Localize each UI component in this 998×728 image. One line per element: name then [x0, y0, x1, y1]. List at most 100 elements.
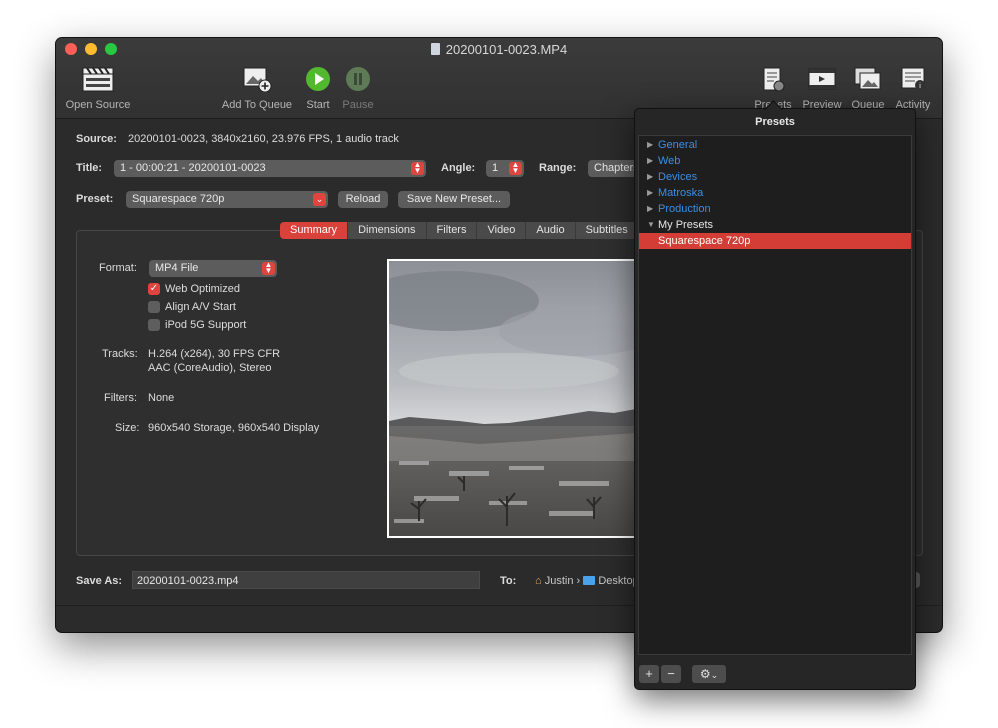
chevron-right-icon: ›	[576, 575, 581, 587]
source-value: 20200101-0023, 3840x2160, 23.976 FPS, 1 …	[128, 133, 399, 145]
category-label: Matroska	[658, 187, 704, 199]
title-label: Title:	[76, 162, 103, 174]
size-label: Size:	[115, 422, 140, 434]
open-source-button[interactable]: Open Source	[62, 66, 134, 111]
save-new-preset-button[interactable]: Save New Preset...	[398, 191, 510, 208]
align-av-checkbox[interactable]	[148, 301, 160, 313]
size-value: 960x540 Storage, 960x540 Display	[148, 422, 320, 434]
tab-summary[interactable]: Summary	[280, 222, 349, 239]
filters-label: Filters:	[104, 392, 137, 404]
chevron-down-icon: ⌄	[710, 670, 719, 680]
preset-category-my-presets[interactable]: ▼ My Presets	[639, 217, 911, 233]
popup-arrows-icon: ▲ ▼	[262, 261, 275, 275]
save-as-field[interactable]: 20200101-0023.mp4	[132, 571, 480, 589]
angle-label: Angle:	[441, 162, 476, 174]
source-label: Source:	[76, 133, 117, 145]
align-av-label: Align A/V Start	[165, 301, 236, 313]
presets-panel: Presets ▶ General ▶ Web ▶ Devices ▶ Matr…	[634, 100, 916, 690]
reload-button[interactable]: Reload	[338, 191, 388, 208]
tracks-line-1: H.264 (x264), 30 FPS CFR	[148, 348, 281, 360]
ipod-support-checkbox[interactable]	[148, 319, 160, 331]
titlebar: 20200101-0023.MP4 Open Source Add To Que…	[56, 38, 942, 119]
preset-category-general[interactable]: ▶ General	[639, 137, 911, 153]
preset-popup[interactable]: Squarespace 720p ⌄	[126, 191, 328, 208]
angle-popup[interactable]: 1 ▲ ▼	[486, 160, 524, 177]
category-label: Devices	[658, 171, 698, 183]
preset-popup-value: Squarespace 720p	[132, 193, 225, 205]
presets-panel-title: Presets	[755, 116, 795, 128]
format-popup-value: MP4 File	[155, 262, 199, 274]
tracks-label: Tracks:	[102, 348, 138, 360]
popup-arrows-icon: ▲ ▼	[411, 161, 424, 175]
queue-button[interactable]: Queue	[848, 66, 888, 111]
add-to-queue-label: Add To Queue	[221, 99, 293, 111]
activity-button[interactable]: i Activity	[891, 66, 935, 111]
pause-button[interactable]: Pause	[339, 66, 377, 111]
category-label: Web	[658, 155, 681, 167]
clapperboard-icon	[82, 67, 114, 92]
preview-button[interactable]: Preview	[801, 66, 843, 111]
pause-label: Pause	[342, 99, 374, 111]
category-label: Production	[658, 203, 711, 215]
disclosure-triangle-icon: ▶	[647, 156, 654, 165]
preset-category-devices[interactable]: ▶ Devices	[639, 169, 911, 185]
start-label: Start	[306, 99, 330, 111]
preset-category-web[interactable]: ▶ Web	[639, 153, 911, 169]
range-label: Range:	[539, 162, 577, 174]
tracks-line-2: AAC (CoreAudio), Stereo	[148, 362, 272, 374]
disclosure-triangle-icon: ▶	[647, 204, 654, 213]
open-source-label: Open Source	[65, 99, 131, 111]
preset-actions-menu[interactable]: ⚙⌄	[692, 665, 726, 683]
path-folder: Desktop	[598, 575, 639, 587]
activity-log-icon: i	[901, 67, 925, 90]
disclosure-triangle-open-icon: ▼	[647, 220, 655, 229]
play-icon	[306, 67, 330, 91]
film-icon	[808, 68, 836, 90]
window-title: 20200101-0023.MP4	[56, 42, 942, 57]
chevron-down-icon: ⌄	[313, 193, 326, 206]
web-optimized-label: Web Optimized	[165, 283, 240, 295]
filters-value: None	[148, 392, 175, 404]
preset-label: Preset:	[76, 193, 114, 205]
queue-icon	[854, 67, 881, 90]
document-icon	[430, 43, 440, 55]
popup-arrows-icon: ▲ ▼	[509, 161, 522, 175]
disclosure-triangle-icon: ▶	[647, 172, 654, 181]
gear-icon: ⚙	[699, 667, 711, 681]
preview-image	[387, 259, 638, 538]
presets-icon	[763, 67, 785, 92]
tab-subtitles[interactable]: Subtitles	[576, 222, 639, 239]
disclosure-triangle-icon: ▶	[647, 188, 654, 197]
range-popup-value: Chapters	[594, 162, 639, 174]
path-user: Justin	[544, 575, 574, 587]
add-to-queue-icon	[243, 67, 272, 93]
presets-tree: ▶ General ▶ Web ▶ Devices ▶ Matroska ▶ P…	[638, 135, 912, 655]
tab-dimensions[interactable]: Dimensions	[348, 222, 427, 239]
tab-audio[interactable]: Audio	[526, 222, 576, 239]
add-to-queue-button[interactable]: Add To Queue	[218, 66, 296, 111]
web-optimized-checkbox[interactable]: ✓	[148, 283, 160, 295]
preset-category-production[interactable]: ▶ Production	[639, 201, 911, 217]
title-popup[interactable]: 1 - 00:00:21 - 20200101-0023 ▲ ▼	[114, 160, 426, 177]
preset-item-selected[interactable]: Squarespace 720p	[639, 233, 911, 249]
category-label: My Presets	[658, 219, 714, 231]
add-preset-button[interactable]: +	[639, 665, 659, 683]
format-label: Format:	[99, 262, 137, 274]
tab-bar: Summary Dimensions Filters Video Audio S…	[280, 222, 639, 239]
folder-icon	[583, 576, 596, 585]
format-popup[interactable]: MP4 File ▲ ▼	[149, 260, 277, 277]
preset-item-label: Squarespace 720p	[658, 235, 751, 247]
ipod-support-label: iPod 5G Support	[165, 319, 247, 331]
start-button[interactable]: Start	[300, 66, 336, 111]
to-label: To:	[500, 575, 517, 587]
tab-video[interactable]: Video	[477, 222, 527, 239]
tab-filters[interactable]: Filters	[427, 222, 478, 239]
pause-icon	[346, 67, 370, 91]
preset-category-matroska[interactable]: ▶ Matroska	[639, 185, 911, 201]
category-label: General	[658, 139, 698, 151]
home-icon: ⌂	[535, 575, 542, 587]
title-popup-value: 1 - 00:00:21 - 20200101-0023	[120, 162, 266, 174]
save-as-label: Save As:	[76, 575, 123, 587]
remove-preset-button[interactable]: −	[661, 665, 681, 683]
destination-path[interactable]: ⌂ Justin › Desktop	[535, 575, 639, 587]
